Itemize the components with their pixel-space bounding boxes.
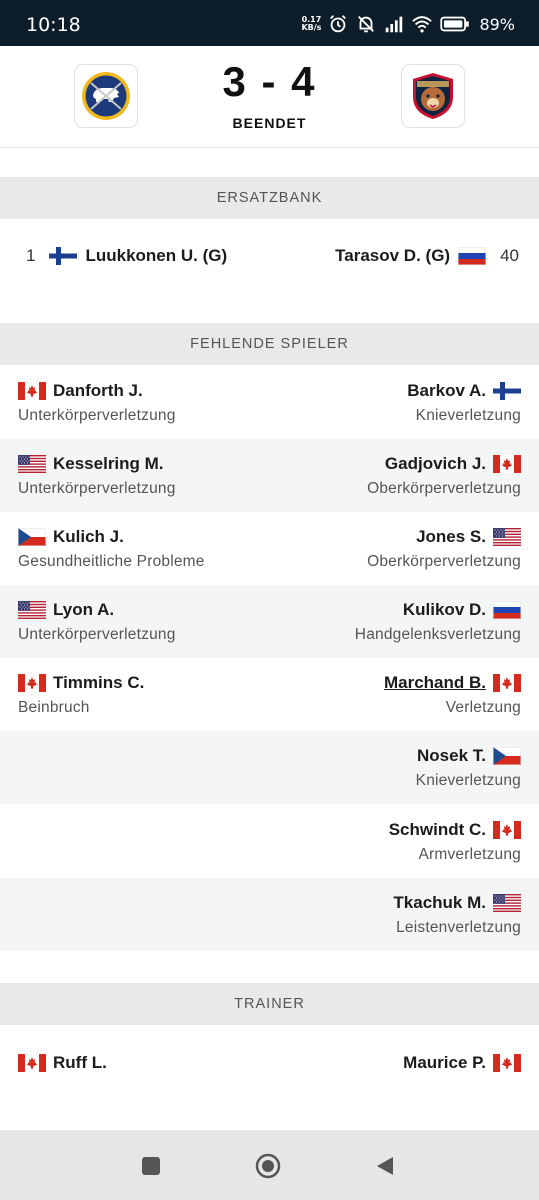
missing-player-row: Timmins C. Beinbruch Marchand B. Verletz…	[0, 658, 539, 731]
battery-icon	[440, 16, 470, 32]
player-name: Kesselring M.	[53, 454, 164, 473]
usa-flag-icon	[18, 455, 46, 473]
bench-section-header: ERSATZBANK	[0, 177, 539, 219]
player-name: Nosek T.	[417, 746, 486, 765]
battery-percent: 89%	[479, 14, 515, 34]
player-name: Jones S.	[416, 527, 486, 546]
system-nav-bar	[0, 1130, 539, 1200]
player-name: Lyon A.	[53, 600, 115, 619]
player-name: Danforth J.	[53, 381, 143, 400]
missing-player-row: Kulich J. Gesundheitliche Probleme Jones…	[0, 512, 539, 585]
missing-player-row: Nosek T. Knieverletzung	[0, 731, 539, 804]
player-name: Timmins C.	[53, 673, 145, 692]
missing-player-row: Tkachuk M. Leistenverletzung	[0, 878, 539, 951]
signal-icon	[386, 16, 403, 33]
czech-flag-icon	[493, 747, 521, 765]
away-missing-player[interactable]: Jones S. Oberkörperverletzung	[367, 526, 521, 571]
bench-away-player[interactable]: Tarasov D. (G) 40	[335, 246, 519, 266]
clock: 10:18	[26, 14, 81, 36]
player-name: Tkachuk M.	[393, 893, 486, 912]
russia-flag-icon	[493, 601, 521, 619]
injury-label: Armverletzung	[418, 846, 521, 863]
mute-icon	[358, 16, 375, 33]
injury-label: Knieverletzung	[415, 772, 521, 789]
home-coach[interactable]: Ruff L.	[18, 1052, 107, 1074]
status-icons: 0.17 KB/s 89%	[301, 12, 515, 36]
canada-flag-icon	[18, 1054, 46, 1072]
bench-row: 1 Luukkonen U. (G) Tarasov D. (G) 40	[0, 220, 539, 292]
home-missing-player[interactable]: Lyon A. Unterkörperverletzung	[18, 599, 176, 644]
missing-player-row: Schwindt C. Armverletzung	[0, 805, 539, 878]
usa-flag-icon	[493, 528, 521, 546]
injury-label: Knieverletzung	[415, 407, 521, 424]
canada-flag-icon	[493, 455, 521, 473]
finland-flag-icon	[49, 247, 77, 265]
coach-row: Ruff L. Maurice P.	[0, 1026, 539, 1098]
canada-flag-icon	[493, 1054, 521, 1072]
injury-label: Beinbruch	[18, 699, 90, 716]
away-team-logo[interactable]	[401, 64, 465, 128]
injury-label: Oberkörperverletzung	[367, 553, 521, 570]
player-name: Kulich J.	[53, 527, 124, 546]
home-missing-player[interactable]: Kulich J. Gesundheitliche Probleme	[18, 526, 205, 571]
missing-player-row: Kesselring M. Unterkörperverletzung Gadj…	[0, 439, 539, 512]
status-bar: 10:18 0.17 KB/s 89%	[0, 0, 539, 46]
player-name-link[interactable]: Marchand B.	[384, 673, 486, 693]
away-missing-player[interactable]: Gadjovich J. Oberkörperverletzung	[367, 453, 521, 498]
coach-section-header: TRAINER	[0, 983, 539, 1025]
injury-label: Handgelenksverletzung	[354, 626, 521, 643]
home-icon[interactable]	[255, 1153, 281, 1179]
injury-label: Oberkörperverletzung	[367, 480, 521, 497]
wifi-icon	[412, 16, 433, 33]
canada-flag-icon	[493, 674, 521, 692]
canada-flag-icon	[18, 382, 46, 400]
home-missing-player[interactable]: Kesselring M. Unterkörperverletzung	[18, 453, 176, 498]
usa-flag-icon	[18, 601, 46, 619]
missing-player-row: Lyon A. Unterkörperverletzung Kulikov D.…	[0, 585, 539, 658]
usa-flag-icon	[493, 894, 521, 912]
jersey-number: 1	[26, 246, 36, 265]
away-missing-player[interactable]: Tkachuk M. Leistenverletzung	[393, 892, 521, 937]
player-name: Gadjovich J.	[384, 454, 486, 473]
bench-home-player[interactable]: 1 Luukkonen U. (G)	[26, 246, 227, 266]
coach-name: Ruff L.	[53, 1053, 107, 1072]
away-missing-player[interactable]: Barkov A. Knieverletzung	[407, 380, 521, 425]
away-missing-player[interactable]: Marchand B. Verletzung	[384, 672, 521, 717]
coach-name: Maurice P.	[403, 1053, 486, 1072]
injury-label: Unterkörperverletzung	[18, 626, 176, 643]
player-name: Kulikov D.	[402, 600, 486, 619]
player-name: Luukkonen U. (G)	[85, 246, 228, 265]
missing-players-section-header: FEHLENDE SPIELER	[0, 323, 539, 365]
back-icon[interactable]	[373, 1154, 397, 1178]
player-name: Barkov A.	[407, 381, 486, 400]
florida-panthers-logo	[413, 73, 453, 119]
injury-label: Unterkörperverletzung	[18, 480, 176, 497]
away-missing-player[interactable]: Kulikov D. Handgelenksverletzung	[355, 599, 521, 644]
czech-flag-icon	[18, 528, 46, 546]
russia-flag-icon	[458, 247, 486, 265]
finland-flag-icon	[493, 382, 521, 400]
missing-player-row: Danforth J. Unterkörperverletzung Barkov…	[0, 366, 539, 439]
canada-flag-icon	[493, 821, 521, 839]
away-coach[interactable]: Maurice P.	[403, 1052, 521, 1074]
alarm-icon	[330, 15, 347, 33]
injury-label: Gesundheitliche Probleme	[18, 553, 205, 570]
canada-flag-icon	[18, 674, 46, 692]
recent-apps-icon[interactable]	[139, 1154, 163, 1178]
home-missing-player[interactable]: Timmins C. Beinbruch	[18, 672, 144, 717]
injury-label: Unterkörperverletzung	[18, 407, 176, 424]
player-name: Tarasov D. (G)	[335, 246, 451, 265]
network-speed: 0.17 KB/s	[301, 15, 322, 32]
away-missing-player[interactable]: Nosek T. Knieverletzung	[416, 745, 521, 790]
injury-label: Leistenverletzung	[396, 919, 521, 936]
jersey-number: 40	[500, 246, 519, 265]
match-header: 3 - 4 BEENDET	[0, 46, 539, 148]
player-name: Schwindt C.	[388, 820, 486, 839]
away-missing-player[interactable]: Schwindt C. Armverletzung	[389, 819, 521, 864]
home-missing-player[interactable]: Danforth J. Unterkörperverletzung	[18, 380, 176, 425]
injury-label: Verletzung	[445, 699, 521, 716]
